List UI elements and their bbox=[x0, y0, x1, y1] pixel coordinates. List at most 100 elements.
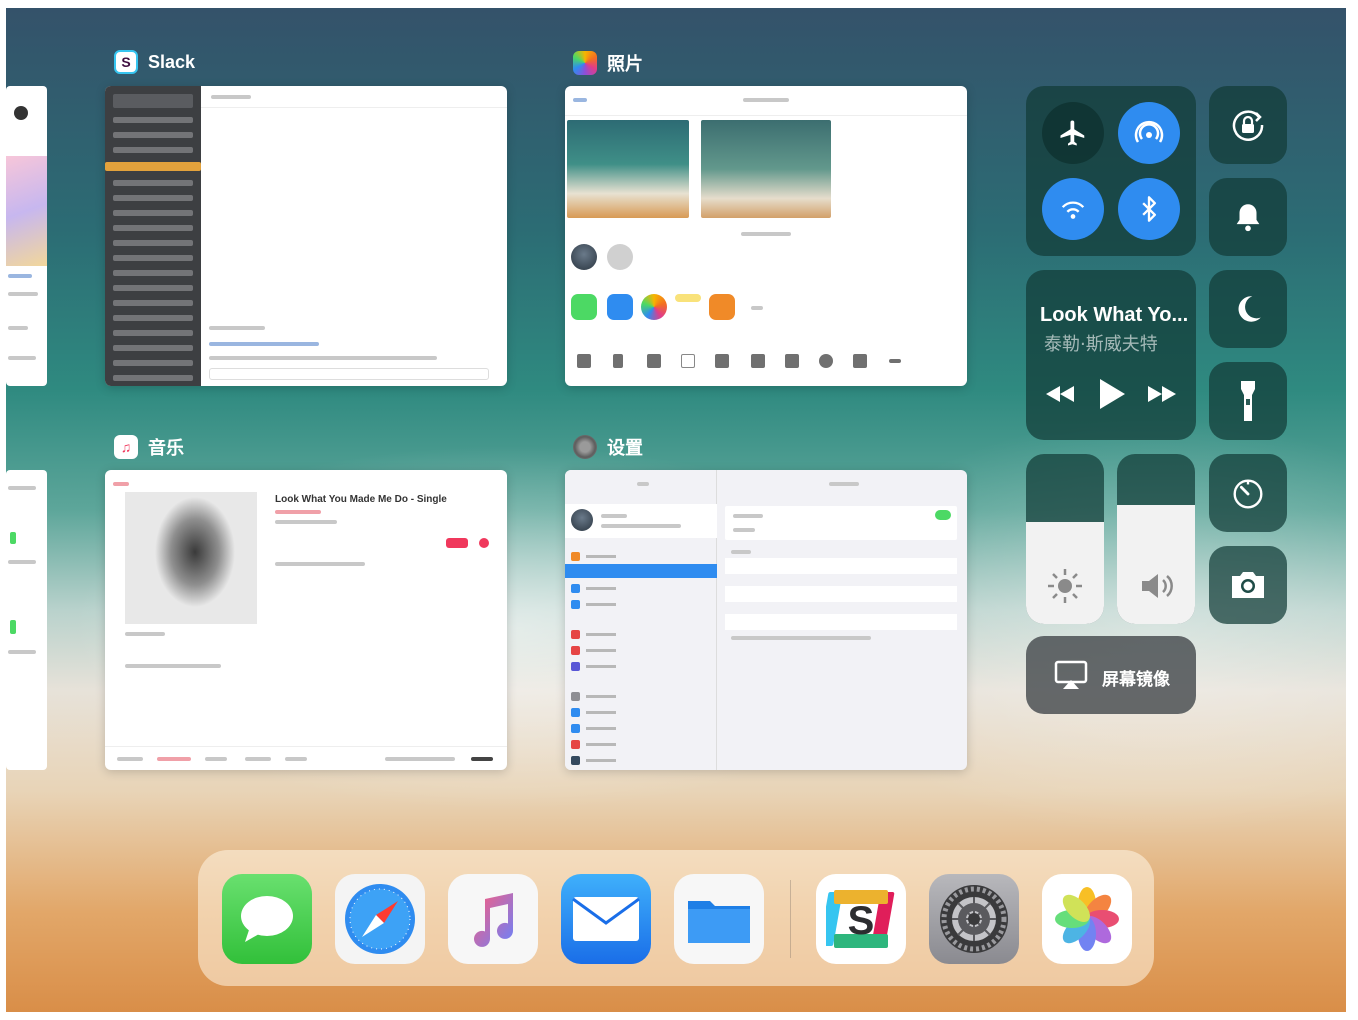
settings-row[interactable] bbox=[571, 754, 711, 766]
settings-row[interactable] bbox=[571, 628, 711, 640]
slack-card-header: S Slack bbox=[114, 50, 195, 74]
settings-row[interactable] bbox=[571, 550, 711, 562]
music-card-title: 音乐 bbox=[148, 438, 184, 458]
settings-row[interactable] bbox=[571, 644, 711, 656]
wifi-icon bbox=[1061, 201, 1085, 219]
music-more-button[interactable] bbox=[479, 538, 489, 548]
now-playing-module[interactable]: Look What Yo... 泰勒·斯威夫特 bbox=[1026, 270, 1196, 440]
screen-mirroring-button[interactable]: 屏幕镜像 bbox=[1026, 636, 1196, 714]
play-icon bbox=[1100, 379, 1125, 409]
previous-track-button[interactable] bbox=[1042, 380, 1078, 408]
orientation-lock-button[interactable] bbox=[1209, 86, 1287, 164]
music-buy-button[interactable] bbox=[446, 538, 468, 548]
share-photos-icon[interactable] bbox=[641, 294, 667, 320]
music-dock-icon[interactable] bbox=[448, 874, 538, 964]
dock-separator bbox=[790, 880, 791, 958]
brightness-slider[interactable] bbox=[1026, 454, 1104, 624]
action-contact-icon[interactable] bbox=[715, 354, 729, 368]
mail-app-icon[interactable] bbox=[561, 874, 651, 964]
connectivity-module bbox=[1026, 86, 1196, 256]
bluetooth-toggle[interactable] bbox=[1118, 178, 1180, 240]
volume-slider[interactable] bbox=[1117, 454, 1195, 624]
now-playing-artist: 泰勒·斯威夫特 bbox=[1044, 334, 1158, 355]
share-notes-icon[interactable] bbox=[675, 294, 701, 302]
fast-forward-icon bbox=[1148, 386, 1176, 402]
settings-row-selected[interactable] bbox=[565, 564, 717, 578]
settings-detail-field[interactable] bbox=[725, 558, 957, 574]
contact-avatar-2[interactable] bbox=[607, 244, 633, 270]
music-tab-bar bbox=[105, 746, 507, 770]
bluetooth-icon bbox=[1142, 196, 1156, 222]
settings-app-card[interactable] bbox=[565, 470, 967, 770]
settings-card-title: 设置 bbox=[607, 438, 643, 458]
bell-icon bbox=[1236, 204, 1260, 232]
action-person-icon[interactable] bbox=[819, 354, 833, 368]
do-not-disturb-button[interactable] bbox=[1209, 270, 1287, 348]
share-mail-icon[interactable] bbox=[607, 294, 633, 320]
orientation-lock-icon bbox=[1232, 110, 1264, 141]
screen-mirroring-label: 屏幕镜像 bbox=[1102, 670, 1170, 690]
safari-app-icon[interactable] bbox=[335, 874, 425, 964]
settings-row[interactable] bbox=[571, 582, 711, 594]
files-app-icon[interactable] bbox=[674, 874, 764, 964]
airplane-mode-toggle[interactable] bbox=[1042, 102, 1104, 164]
mute-button[interactable] bbox=[1209, 178, 1287, 256]
slack-app-card[interactable] bbox=[105, 86, 507, 386]
messages-app-icon[interactable] bbox=[222, 874, 312, 964]
brightness-icon bbox=[1048, 569, 1082, 603]
flashlight-button[interactable] bbox=[1209, 362, 1287, 440]
action-airplay-icon[interactable] bbox=[647, 354, 661, 368]
settings-row[interactable] bbox=[571, 598, 711, 610]
settings-dock-icon[interactable] bbox=[929, 874, 1019, 964]
music-card-header: ♫ 音乐 bbox=[114, 434, 184, 460]
timer-button[interactable] bbox=[1209, 454, 1287, 532]
music-app-card[interactable]: Look What You Made Me Do - Single bbox=[105, 470, 507, 770]
settings-row[interactable] bbox=[571, 722, 711, 734]
photos-app-card[interactable] bbox=[565, 86, 967, 386]
wifi-toggle[interactable] bbox=[1042, 178, 1104, 240]
settings-row[interactable] bbox=[571, 706, 711, 718]
photo-thumbnail-2[interactable] bbox=[701, 120, 831, 218]
settings-detail-field[interactable] bbox=[725, 614, 957, 630]
settings-profile-row[interactable] bbox=[565, 504, 717, 538]
settings-detail-field[interactable] bbox=[725, 586, 957, 602]
dock: S bbox=[198, 850, 1154, 986]
slack-dock-icon[interactable]: S bbox=[816, 874, 906, 964]
airdrop-toggle[interactable] bbox=[1118, 102, 1180, 164]
action-slideshow-icon[interactable] bbox=[613, 354, 623, 368]
svg-text:S: S bbox=[848, 899, 875, 943]
play-button[interactable] bbox=[1094, 376, 1130, 412]
share-books-icon[interactable] bbox=[709, 294, 735, 320]
next-track-button[interactable] bbox=[1144, 380, 1180, 408]
slack-message-input[interactable] bbox=[209, 368, 489, 380]
timer-icon bbox=[1233, 479, 1263, 509]
music-app-icon: ♫ bbox=[114, 435, 138, 459]
action-wallpaper-icon[interactable] bbox=[681, 354, 695, 368]
settings-app-icon bbox=[573, 435, 597, 459]
photos-app-icon bbox=[573, 51, 597, 75]
slack-channel-header bbox=[201, 86, 507, 108]
action-print-icon[interactable] bbox=[853, 354, 867, 368]
airplane-icon bbox=[1060, 120, 1085, 146]
share-messages-icon[interactable] bbox=[571, 294, 597, 320]
rewind-icon bbox=[1046, 386, 1074, 402]
settings-row[interactable] bbox=[571, 690, 711, 702]
action-file-icon[interactable] bbox=[751, 354, 765, 368]
airdrop-icon bbox=[1134, 120, 1164, 143]
partial-app-card-top[interactable] bbox=[6, 86, 47, 386]
settings-toggle[interactable] bbox=[935, 510, 951, 520]
photos-dock-icon[interactable] bbox=[1042, 874, 1132, 964]
contact-avatar-1[interactable] bbox=[571, 244, 597, 270]
volume-slider-fill bbox=[1117, 505, 1195, 624]
action-duplicate-icon[interactable] bbox=[785, 354, 799, 368]
photo-thumbnail-1[interactable] bbox=[567, 120, 689, 218]
settings-row[interactable] bbox=[571, 660, 711, 672]
camera-button[interactable] bbox=[1209, 546, 1287, 624]
photos-card-header: 照片 bbox=[573, 50, 643, 76]
album-artwork bbox=[125, 492, 257, 624]
action-copy-icon[interactable] bbox=[577, 354, 591, 368]
settings-row[interactable] bbox=[571, 738, 711, 750]
partial-app-card-bottom[interactable] bbox=[6, 470, 47, 770]
slack-card-title: Slack bbox=[148, 51, 196, 72]
settings-detail-group bbox=[725, 506, 957, 540]
